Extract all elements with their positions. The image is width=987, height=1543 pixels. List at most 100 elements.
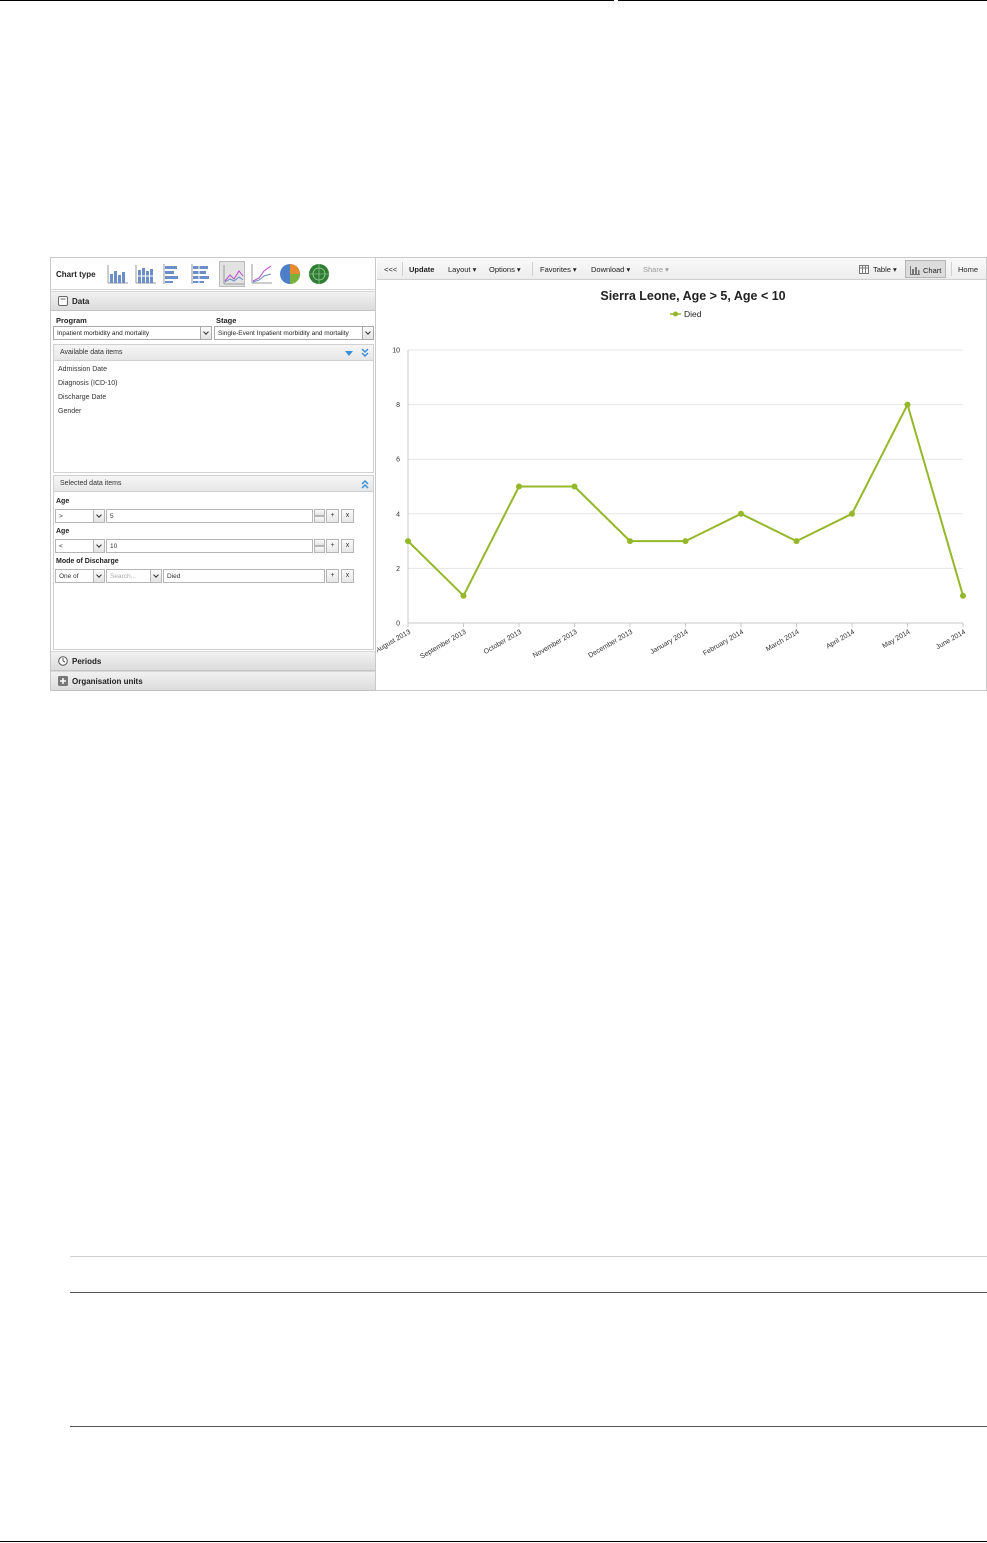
share-menu-button[interactable]: Share ▾ xyxy=(643,265,669,274)
program-select[interactable]: Inpatient morbidity and mortality xyxy=(53,326,212,340)
list-item[interactable]: Diagnosis (ICD-10) xyxy=(58,380,118,387)
download-menu-button[interactable]: Download ▾ xyxy=(591,265,630,274)
table-view-button[interactable]: Table ▾ xyxy=(873,265,897,274)
page-bottom-rule xyxy=(0,1541,987,1542)
add-condition-button[interactable]: + xyxy=(326,509,339,523)
operator-value: < xyxy=(59,543,63,550)
data-point xyxy=(627,538,633,545)
line-chart-icon[interactable] xyxy=(219,261,245,287)
radar-chart-icon[interactable] xyxy=(306,261,332,287)
plus-box-icon xyxy=(58,676,68,686)
chevron-down-icon[interactable] xyxy=(200,327,211,339)
chevron-down-icon[interactable] xyxy=(150,570,161,582)
clock-icon xyxy=(58,656,68,666)
operator-select[interactable]: < xyxy=(55,539,105,553)
chart-axes: 0 2 4 6 8 10 August 2013 September 2013 October … xyxy=(377,348,967,661)
data-point xyxy=(405,538,411,545)
value-text: 5 xyxy=(110,513,114,520)
chart-view-button[interactable]: Chart xyxy=(905,260,946,278)
bar-chart-icon[interactable] xyxy=(160,261,186,287)
list-item[interactable]: Admission Date xyxy=(58,366,107,373)
data-point xyxy=(793,538,800,545)
spinner-down-icon[interactable] xyxy=(314,516,325,523)
value-input[interactable]: 5 xyxy=(106,509,313,523)
chart-title: Sierra Leone, Age > 5, Age < 10 xyxy=(600,289,785,303)
list-item[interactable]: Gender xyxy=(58,408,81,415)
chevron-down-icon[interactable] xyxy=(93,570,104,582)
table-icon xyxy=(859,265,869,274)
operator-value: > xyxy=(59,513,63,520)
available-items-header: Available data items xyxy=(53,344,374,361)
area-chart-icon[interactable] xyxy=(248,261,274,287)
value-input[interactable]: 10 xyxy=(106,539,313,553)
select-all-arrow-icon[interactable] xyxy=(344,348,354,358)
org-units-section-header[interactable]: Organisation units xyxy=(51,671,375,691)
remove-condition-button[interactable]: x xyxy=(341,539,354,553)
data-section-header[interactable]: Data xyxy=(51,291,375,311)
remove-condition-button[interactable]: x xyxy=(341,509,354,523)
chevron-down-icon[interactable] xyxy=(93,540,104,552)
available-items-title: Available data items xyxy=(60,349,123,356)
layout-menu-button[interactable]: Layout ▾ xyxy=(448,265,476,274)
chevron-down-icon[interactable] xyxy=(93,510,104,522)
y-tick-label: 6 xyxy=(396,457,400,464)
legend-marker xyxy=(673,311,678,317)
spinner-down-icon[interactable] xyxy=(314,546,325,553)
chart-view-label: Chart xyxy=(923,266,942,275)
select-all-double-arrow-icon[interactable] xyxy=(360,348,370,358)
stacked-bar-chart-icon[interactable] xyxy=(188,261,214,287)
data-icon xyxy=(58,296,68,306)
column-chart-icon[interactable] xyxy=(104,261,130,287)
deselect-all-double-arrow-icon[interactable] xyxy=(360,479,370,489)
collapse-panel-button[interactable]: <<< xyxy=(384,265,397,274)
data-point xyxy=(571,483,578,490)
x-tick-label: December 2013 xyxy=(587,629,634,660)
selected-option-value: Died xyxy=(167,573,181,580)
x-tick-label: October 2013 xyxy=(483,629,523,656)
add-condition-button[interactable]: + xyxy=(326,569,339,583)
right-panel: <<< Update Layout ▾ Options ▾ Favorites … xyxy=(377,258,986,690)
line-chart: Sierra Leone, Age > 5, Age < 10 Died 0 2 4… xyxy=(377,289,967,661)
operator-select[interactable]: > xyxy=(55,509,105,523)
value-spinner[interactable] xyxy=(314,509,325,523)
list-item[interactable]: Discharge Date xyxy=(58,394,106,401)
selected-item-label: Age xyxy=(56,528,70,535)
stacked-column-chart-icon[interactable] xyxy=(132,261,158,287)
page-top-rule-right xyxy=(618,0,987,1)
x-tick-label: May 2014 xyxy=(881,629,911,650)
update-button[interactable]: Update xyxy=(409,265,434,274)
selected-items-title: Selected data items xyxy=(60,480,122,487)
chart-type-toolbar: Chart type xyxy=(51,258,375,290)
program-label: Program xyxy=(56,316,87,325)
x-tick-label: January 2014 xyxy=(649,629,689,656)
periods-section-header[interactable]: Periods xyxy=(51,651,375,671)
chart-type-label: Chart type xyxy=(56,270,96,279)
spinner-up-icon[interactable] xyxy=(314,509,325,516)
pie-chart-icon[interactable] xyxy=(277,261,303,287)
chevron-down-icon[interactable] xyxy=(362,327,373,339)
data-point xyxy=(460,592,467,599)
selected-items-header: Selected data items xyxy=(53,475,374,492)
y-tick-label: 2 xyxy=(396,566,400,573)
spinner-up-icon[interactable] xyxy=(314,539,325,546)
table-row-rule xyxy=(70,1292,987,1293)
y-tick-label: 0 xyxy=(396,621,400,628)
add-condition-button[interactable]: + xyxy=(326,539,339,553)
toolbar-separator xyxy=(402,262,403,276)
options-menu-button[interactable]: Options ▾ xyxy=(489,265,521,274)
selected-options-field[interactable]: Died xyxy=(163,569,325,583)
value-spinner[interactable] xyxy=(314,539,325,553)
stage-select[interactable]: Single-Event Inpatient morbidity and mor… xyxy=(214,326,374,340)
table-bottom-rule xyxy=(70,1426,987,1427)
option-search-input[interactable]: Search... xyxy=(106,569,162,583)
operator-select[interactable]: One of xyxy=(55,569,105,583)
column-chart-icon xyxy=(910,266,920,275)
favorites-menu-button[interactable]: Favorites ▾ xyxy=(540,265,577,274)
y-tick-label: 10 xyxy=(392,348,400,355)
toolbar-separator xyxy=(532,262,533,276)
x-tick-label: June 2014 xyxy=(935,629,967,651)
data-section-title: Data xyxy=(72,297,90,306)
home-button[interactable]: Home xyxy=(958,265,978,274)
remove-condition-button[interactable]: x xyxy=(341,569,354,583)
chart-legend[interactable]: Died xyxy=(670,309,702,319)
